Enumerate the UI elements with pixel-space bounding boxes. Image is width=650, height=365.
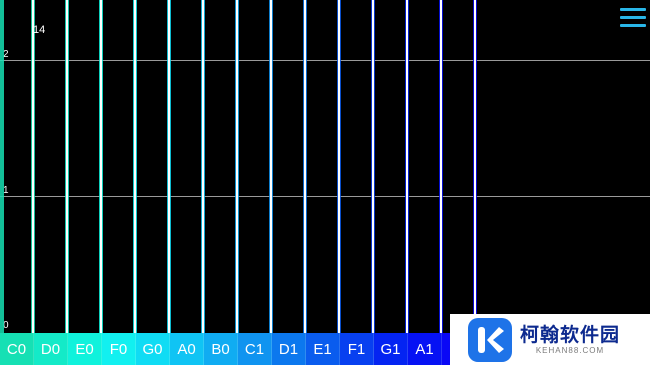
menu-button[interactable]	[618, 5, 648, 31]
note-key-f1[interactable]: F1	[340, 333, 374, 365]
watermark-banner: 柯翰软件园 KEHAN88.COM	[450, 314, 650, 365]
note-key-d0[interactable]: D0	[34, 333, 68, 365]
note-key-g1[interactable]: G1	[374, 333, 408, 365]
note-key-g0[interactable]: G0	[136, 333, 170, 365]
gridline-1	[0, 196, 650, 197]
string-line-f1	[372, 0, 374, 333]
note-key-e1[interactable]: E1	[306, 333, 340, 365]
note-key-d1[interactable]: D1	[272, 333, 306, 365]
string-line-g1	[406, 0, 408, 333]
note-key-a1[interactable]: A1	[408, 333, 442, 365]
note-key-f0[interactable]: F0	[102, 333, 136, 365]
kehan-logo-icon	[468, 317, 512, 362]
tuner-app: 2 1 0 14 C0D0E0F0G0A0B0C1D1E1F1G1A1B1 柯翰…	[0, 0, 650, 365]
note-key-c0[interactable]: C0	[0, 333, 34, 365]
watermark-subtitle: KEHAN88.COM	[535, 345, 605, 355]
string-line-f0	[134, 0, 136, 333]
string-line-e0	[100, 0, 102, 333]
string-count-label: 14	[33, 24, 46, 36]
note-key-b0[interactable]: B0	[204, 333, 238, 365]
string-line-a1	[440, 0, 442, 333]
string-plot: 2 1 0 14	[0, 0, 650, 333]
gridline-2	[0, 60, 650, 61]
string-line-b1	[474, 0, 476, 333]
string-line-d1	[304, 0, 306, 333]
string-line-a0	[202, 0, 204, 333]
watermark-text: 柯翰软件园 KEHAN88.COM	[520, 324, 620, 356]
string-line-c0	[32, 0, 34, 333]
string-line-d0	[66, 0, 68, 333]
string-line-g0	[168, 0, 170, 333]
note-key-a0[interactable]: A0	[170, 333, 204, 365]
string-line-e1	[338, 0, 340, 333]
note-key-e0[interactable]: E0	[68, 333, 102, 365]
string-line-b0	[236, 0, 238, 333]
plot-left-edge	[0, 0, 4, 333]
string-line-c1	[270, 0, 272, 333]
watermark-title: 柯翰软件园	[520, 323, 621, 346]
note-key-c1[interactable]: C1	[238, 333, 272, 365]
